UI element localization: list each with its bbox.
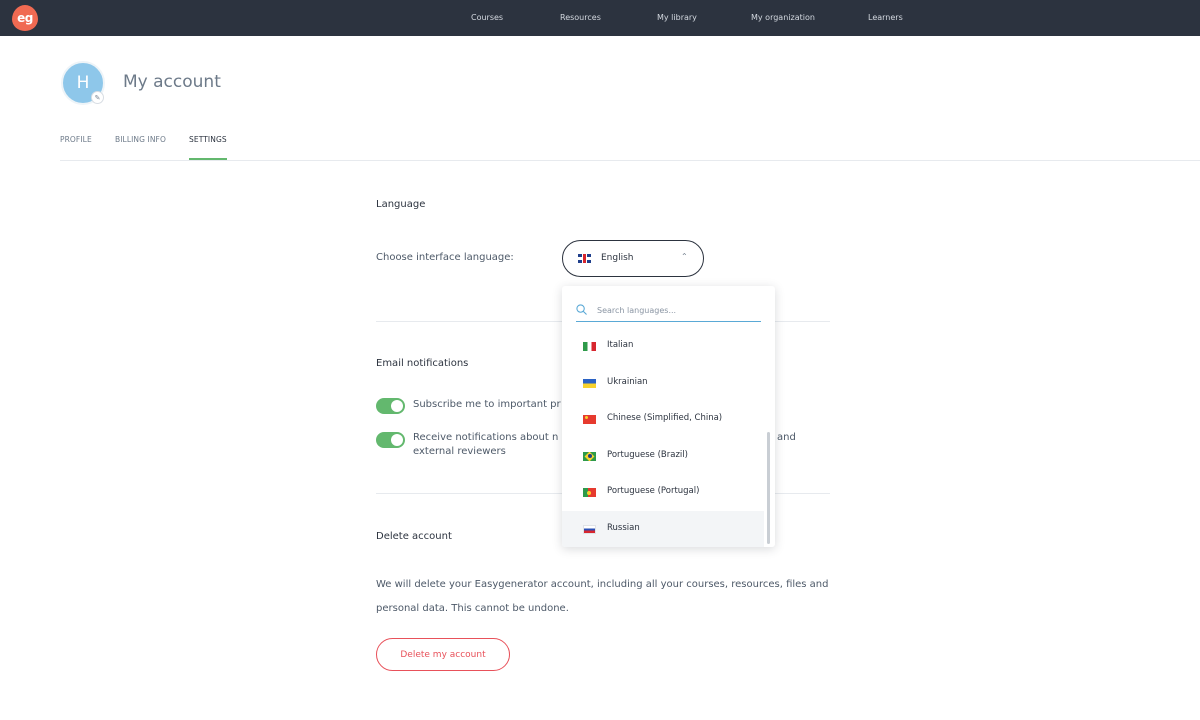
pencil-icon[interactable]: ✎ — [91, 91, 104, 104]
notifications-toggle-label: Receive notifications about n — [413, 432, 559, 443]
language-option-portuguese-brazil[interactable]: Portuguese (Brazil) — [562, 438, 764, 475]
language-option-portuguese-portugal[interactable]: Portuguese (Portugal) — [562, 474, 764, 511]
email-notifications-title: Email notifications — [376, 358, 469, 369]
flag-brazil-icon — [583, 451, 596, 461]
subscribe-toggle[interactable] — [376, 398, 405, 414]
language-option-label: Russian — [607, 522, 640, 533]
choose-language-label: Choose interface language: — [376, 252, 514, 263]
notifications-toggle-label-line2: external reviewers — [413, 446, 506, 457]
flag-china-icon — [583, 415, 596, 424]
flag-portugal-icon — [583, 488, 596, 497]
chevron-up-icon: ⌃ — [681, 252, 688, 261]
language-option-russian[interactable]: Russian — [562, 510, 764, 547]
language-dropdown: Italian Ukrainian Chinese (Simplified, C… — [562, 286, 775, 547]
toggle-knob — [391, 434, 403, 446]
top-navigation-bar: eg Courses Resources My library My organ… — [0, 0, 1200, 36]
nav-item-learners[interactable]: Learners — [868, 13, 903, 22]
language-select[interactable]: English ⌃ — [562, 240, 704, 277]
tab-profile[interactable]: PROFILE — [60, 135, 92, 144]
language-option-italian[interactable]: Italian — [562, 328, 764, 365]
language-search-input[interactable] — [597, 302, 757, 319]
search-icon — [576, 304, 587, 315]
dropdown-scrollbar[interactable] — [767, 432, 770, 544]
language-option-ukrainian[interactable]: Ukrainian — [562, 365, 764, 402]
nav-item-resources[interactable]: Resources — [560, 13, 601, 22]
language-option-label: Chinese (Simplified, China) — [607, 413, 723, 423]
flag-italy-icon — [583, 342, 596, 351]
delete-account-title: Delete account — [376, 531, 452, 542]
language-search — [576, 302, 761, 322]
flag-uk-icon — [578, 254, 591, 263]
notifications-toggle[interactable] — [376, 432, 405, 448]
language-option-label: Italian — [607, 340, 634, 350]
page-title: My account — [123, 72, 221, 92]
tabs-divider — [60, 160, 1200, 161]
flag-russia-icon — [583, 524, 596, 534]
flag-ukraine-icon — [583, 378, 596, 388]
tab-billing-info[interactable]: BILLING INFO — [115, 135, 166, 144]
nav-item-courses[interactable]: Courses — [471, 13, 503, 22]
nav-item-my-organization[interactable]: My organization — [751, 13, 815, 22]
delete-account-button[interactable]: Delete my account — [376, 638, 510, 671]
delete-account-description: We will delete your Easygenerator accoun… — [376, 579, 829, 614]
toggle-knob — [391, 400, 403, 412]
selected-language: English — [601, 253, 634, 263]
language-section-title: Language — [376, 199, 426, 210]
avatar-initial: H — [76, 73, 90, 93]
easygenerator-logo[interactable]: eg — [12, 5, 38, 31]
nav-item-my-library[interactable]: My library — [657, 13, 697, 22]
language-option-chinese[interactable]: Chinese (Simplified, China) — [562, 401, 764, 438]
subscribe-toggle-label: Subscribe me to important pr — [413, 399, 561, 410]
notifications-toggle-label-end: and — [777, 432, 796, 443]
language-option-label: Portuguese (Brazil) — [607, 449, 688, 460]
language-option-label: Portuguese (Portugal) — [607, 486, 700, 496]
tab-settings[interactable]: SETTINGS — [189, 135, 227, 144]
language-options-list: Italian Ukrainian Chinese (Simplified, C… — [562, 328, 764, 547]
language-option-label: Ukrainian — [607, 376, 648, 387]
